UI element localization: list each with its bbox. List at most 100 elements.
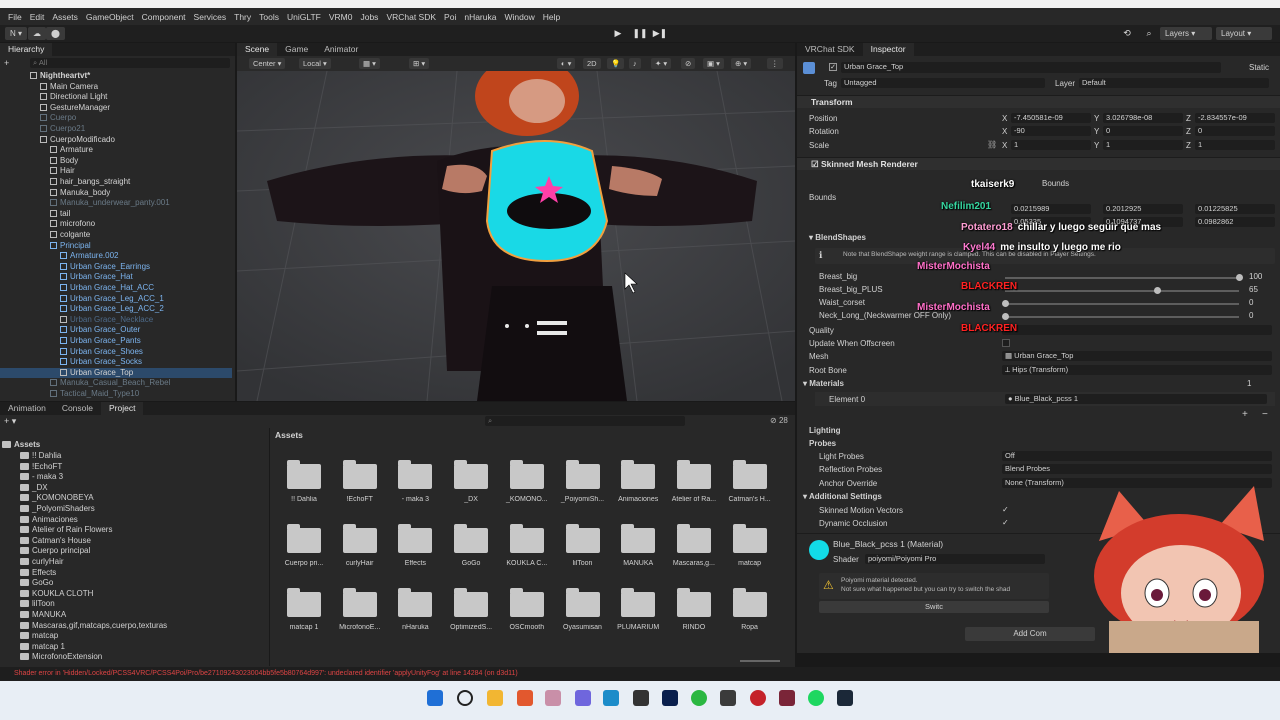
tab-animator[interactable]: Animator bbox=[316, 43, 366, 56]
capcut-icon[interactable] bbox=[720, 690, 736, 706]
folder-icon[interactable] bbox=[676, 460, 711, 489]
tab-hierarchy[interactable]: Hierarchy bbox=[0, 43, 53, 56]
update-offscreen-checkbox[interactable] bbox=[1002, 339, 1010, 347]
hierarchy-item[interactable]: Urban Grace_Leg_ACC_1 bbox=[0, 294, 232, 305]
pos-z-field[interactable]: -2.834557e-09 bbox=[1195, 113, 1275, 123]
asset-folder-label[interactable]: !EchoFT bbox=[329, 496, 391, 503]
brave-browser-icon[interactable] bbox=[517, 690, 533, 706]
folder-icon[interactable] bbox=[621, 524, 656, 553]
blendshape-slider-knob[interactable] bbox=[1002, 313, 1009, 320]
blendshape-value[interactable]: 100 bbox=[1249, 272, 1262, 281]
camera-settings-icon[interactable]: ▣ ▾ bbox=[703, 58, 724, 69]
folder-icon[interactable] bbox=[454, 524, 489, 553]
step-icon[interactable]: ▶❚ bbox=[651, 27, 669, 40]
project-folder-item[interactable]: !! Dahlia bbox=[20, 451, 61, 462]
asset-folder-label[interactable]: - maka 3 bbox=[384, 496, 446, 503]
effects-toggle-icon[interactable]: ✦ ▾ bbox=[651, 58, 672, 69]
bounds-field[interactable]: 0.0215989 bbox=[1011, 204, 1091, 214]
steam-icon[interactable] bbox=[837, 690, 853, 706]
create-asset-icon[interactable]: + ▾ bbox=[4, 416, 16, 427]
project-folder-item[interactable]: - maka 3 bbox=[20, 472, 63, 483]
static-toggle[interactable]: Static bbox=[1249, 63, 1269, 72]
project-folder-item[interactable]: MicrofonoExtension bbox=[20, 652, 102, 663]
transform-header[interactable]: Transform bbox=[797, 95, 1280, 108]
tab-console[interactable]: Console bbox=[54, 402, 101, 415]
hierarchy-item[interactable]: hair_bangs_straight bbox=[0, 177, 232, 188]
folder-icon[interactable] bbox=[398, 588, 433, 617]
asset-folder-label[interactable]: GoGo bbox=[440, 560, 502, 567]
asset-folder-label[interactable]: Cuerpo pri... bbox=[273, 560, 335, 567]
menu-window[interactable]: Window bbox=[500, 12, 538, 22]
menu-tools[interactable]: Tools bbox=[255, 12, 283, 22]
hierarchy-search-input[interactable]: ⌕ All bbox=[30, 58, 230, 68]
folder-icon[interactable] bbox=[621, 460, 656, 489]
blendshape-slider[interactable] bbox=[1005, 290, 1239, 292]
folder-icon[interactable] bbox=[342, 460, 377, 489]
hierarchy-item[interactable]: Manuka_body bbox=[0, 188, 232, 199]
menu-help[interactable]: Help bbox=[539, 12, 564, 22]
lighting-toggle-icon[interactable]: 💡 bbox=[607, 58, 625, 69]
add-material-icon[interactable]: + bbox=[1242, 409, 1248, 420]
axis-x-label[interactable]: X bbox=[1002, 141, 1007, 150]
increment-snap-icon[interactable]: ⊞ ▾ bbox=[409, 58, 430, 69]
hierarchy-item[interactable]: GestureManager bbox=[0, 103, 232, 114]
project-folder-item[interactable]: curlyHair bbox=[20, 557, 64, 568]
hierarchy-item[interactable]: Cuerpo bbox=[0, 113, 232, 124]
project-folder-item[interactable]: Animaciones bbox=[20, 515, 78, 526]
account-button[interactable]: N ▾ bbox=[5, 27, 28, 40]
cloud-icon[interactable]: ☁ bbox=[28, 27, 46, 40]
hierarchy-item[interactable]: Hair bbox=[0, 166, 232, 177]
axis-x-label[interactable]: X bbox=[1002, 114, 1007, 123]
folder-icon[interactable] bbox=[342, 524, 377, 553]
app-red-icon[interactable] bbox=[750, 690, 766, 706]
axis-y-label[interactable]: Y bbox=[1094, 141, 1099, 150]
hierarchy-item[interactable]: Manuka_Casual_Beach_Rebel bbox=[0, 378, 232, 389]
project-folder-item[interactable]: !EchoFT bbox=[20, 462, 62, 473]
folder-icon[interactable] bbox=[509, 588, 544, 617]
root-bone-field[interactable]: ⟂ Hips (Transform) bbox=[1002, 365, 1272, 375]
folder-icon[interactable] bbox=[342, 588, 377, 617]
discord-icon[interactable] bbox=[575, 690, 591, 706]
hierarchy-item[interactable]: Urban Grace_Outer bbox=[0, 325, 232, 336]
scale-z-field[interactable]: 1 bbox=[1195, 140, 1275, 150]
project-folder-item[interactable]: Mascaras,gif,matcaps,cuerpo,texturas bbox=[20, 621, 167, 632]
active-checkbox[interactable]: ✓ bbox=[829, 63, 837, 71]
history-icon[interactable]: ⟲ bbox=[1118, 27, 1136, 40]
axis-z-label[interactable]: Z bbox=[1186, 141, 1191, 150]
folder-icon[interactable] bbox=[732, 460, 767, 489]
file-explorer-icon[interactable] bbox=[487, 690, 503, 706]
project-folder-item[interactable]: _PolyomiShaders bbox=[20, 504, 95, 515]
menu-gameobject[interactable]: GameObject bbox=[82, 12, 138, 22]
project-folder-item[interactable]: Catman's House bbox=[20, 536, 91, 547]
folder-icon[interactable] bbox=[676, 524, 711, 553]
asset-folder-label[interactable]: OptimizedS... bbox=[440, 624, 502, 631]
project-folder-item[interactable]: lilToon bbox=[20, 599, 55, 610]
menu-vrm0[interactable]: VRM0 bbox=[325, 12, 357, 22]
menu-edit[interactable]: Edit bbox=[26, 12, 49, 22]
pos-y-field[interactable]: 3.026798e-08 bbox=[1103, 113, 1183, 123]
project-folder-item[interactable]: matcap bbox=[20, 631, 58, 642]
bounds-edit-label[interactable]: Bounds bbox=[1042, 179, 1069, 188]
pos-x-field[interactable]: -7.450581e-09 bbox=[1011, 113, 1091, 123]
mesh-field[interactable]: ▦ Urban Grace_Top bbox=[1002, 351, 1272, 361]
switch-shader-button[interactable]: Switc bbox=[819, 601, 1049, 613]
tab-vrchat-sdk[interactable]: VRChat SDK bbox=[797, 43, 863, 56]
asset-folder-label[interactable]: Atelier of Ra... bbox=[663, 496, 725, 503]
asset-folder-label[interactable]: PLUMARIUM bbox=[607, 624, 669, 631]
folder-icon[interactable] bbox=[454, 588, 489, 617]
axis-z-label[interactable]: Z bbox=[1186, 114, 1191, 123]
asset-folder-label[interactable]: matcap bbox=[719, 560, 781, 567]
play-icon[interactable]: ▶ bbox=[609, 27, 627, 40]
asset-folder-label[interactable]: Effects bbox=[384, 560, 446, 567]
hierarchy-item[interactable]: Nightheartvt* bbox=[0, 71, 232, 82]
tab-animation[interactable]: Animation bbox=[0, 402, 54, 415]
folder-icon[interactable] bbox=[509, 460, 544, 489]
hierarchy-item[interactable]: Manuka_underwear_panty.001 bbox=[0, 198, 232, 209]
grid-snap-icon[interactable]: ▦ ▾ bbox=[359, 58, 380, 69]
tab-scene[interactable]: Scene bbox=[237, 43, 278, 56]
menu-thry[interactable]: Thry bbox=[230, 12, 255, 22]
folder-icon[interactable] bbox=[621, 588, 656, 617]
app-cat-icon[interactable] bbox=[545, 690, 561, 706]
blendshape-value[interactable]: 65 bbox=[1249, 285, 1258, 294]
blendshape-slider[interactable] bbox=[1005, 316, 1239, 318]
